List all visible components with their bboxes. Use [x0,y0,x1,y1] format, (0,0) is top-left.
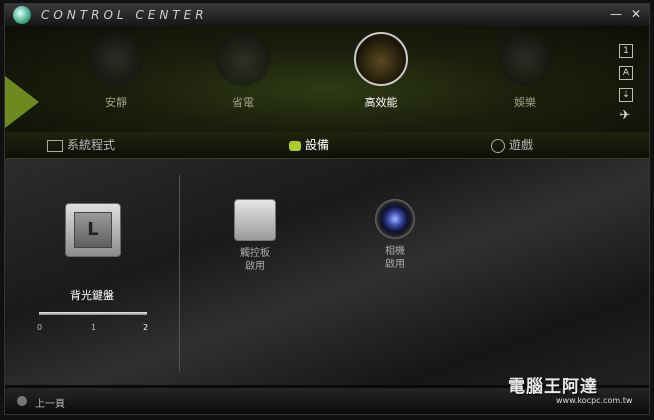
slider-tick-1: 1 [91,323,97,332]
keyboard-backlight-button[interactable]: L [65,203,121,257]
speaker-icon [89,32,143,86]
touchpad-toggle[interactable]: 觸控板 啟用 [225,199,285,273]
slider-tick-0: 0 [37,323,43,332]
app-logo-icon [13,6,31,24]
touchpad-name: 觸控板 [240,248,270,259]
tab-bar: 系統程式 設備 遊戲 [5,132,649,159]
speedometer-icon [354,32,408,86]
devices-content: L 背光鍵盤 0 1 2 觸控板 啟用 相機 啟用 [5,159,649,385]
minimize-button[interactable]: — [609,7,623,21]
close-button[interactable]: ✕ [629,7,643,21]
slider-tick-2: 2 [143,323,149,332]
keyboard-key-icon: L [74,212,112,248]
power-mode-panel: 安靜 省電 高效能 娛樂 1 A ⇣ ✈ [5,26,649,134]
touchpad-icon [234,199,276,241]
tab-label: 遊戲 [509,138,534,152]
camera-toggle[interactable]: 相機 啟用 [365,199,425,271]
mode-label: 省電 [232,96,254,109]
target-icon [498,32,552,86]
camera-name: 相機 [385,246,405,257]
tab-games[interactable]: 遊戲 [491,136,533,153]
fan-icon [216,32,270,86]
watermark-url: www.kocpc.com.tw [556,396,633,405]
mode-entertainment[interactable]: 娛樂 [490,32,560,110]
mode-power-saving[interactable]: 省電 [208,32,278,110]
app-title: CONTROL CENTER [41,8,208,22]
tab-label: 設備 [305,138,330,152]
monitor-icon [47,139,63,152]
mode-label: 高效能 [364,96,398,109]
profile-a-button[interactable]: A [619,66,633,80]
back-icon[interactable] [17,396,27,406]
keyboard-backlight-label: 背光鍵盤 [70,289,114,302]
touchpad-state: 啟用 [245,261,265,272]
tab-system-programs[interactable]: 系統程式 [47,136,115,153]
gamepad-icon [491,138,505,153]
tab-devices[interactable]: 設備 [289,136,329,153]
airplane-mode-icon[interactable]: ✈ [619,109,631,122]
mode-label: 娛樂 [514,96,536,109]
title-bar: CONTROL CENTER — ✕ [5,4,649,26]
left-arrow-icon[interactable] [5,76,39,128]
mode-high-performance[interactable]: 高效能 [346,32,416,110]
control-center-window: CONTROL CENTER — ✕ 安靜 省電 高效能 娛樂 1 A ⇣ ✈ … [4,3,650,415]
mode-quiet[interactable]: 安靜 [81,32,151,110]
camera-icon [375,199,415,239]
profile-1-button[interactable]: 1 [619,44,633,58]
plug-icon [289,140,301,151]
watermark-text: 電腦王阿達 [508,377,598,397]
camera-state: 啟用 [385,259,405,270]
tab-label: 系統程式 [67,138,116,152]
panel-divider [179,175,180,371]
back-link[interactable]: 上一頁 [35,395,65,410]
backlight-slider[interactable] [39,312,147,315]
mode-label: 安靜 [105,96,127,109]
download-button[interactable]: ⇣ [619,88,633,102]
